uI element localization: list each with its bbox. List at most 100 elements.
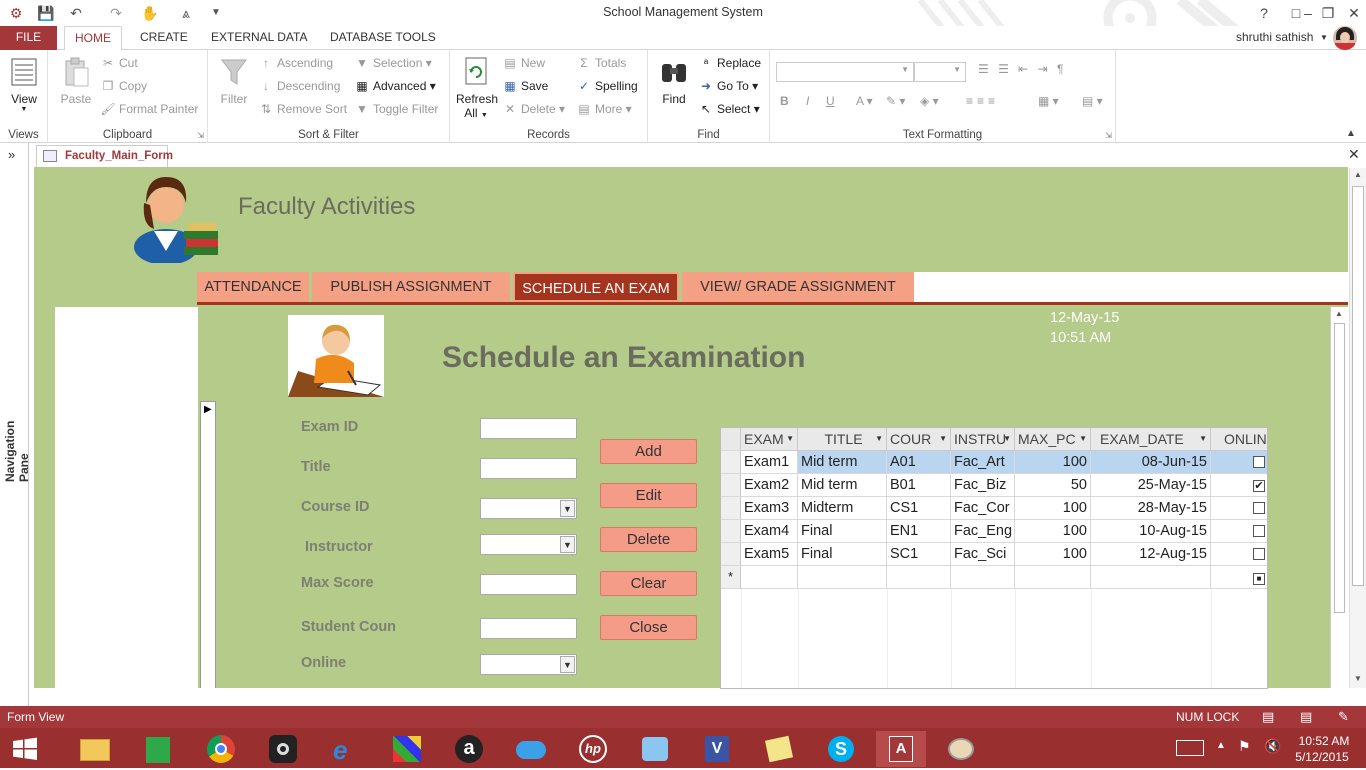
bold-button[interactable]: B xyxy=(780,94,789,108)
user-name[interactable]: shruthi sathish xyxy=(1236,30,1313,44)
list-indent-icons[interactable]: ☰ ☰ ⇤ ⇥ ¶ xyxy=(978,62,1066,76)
help-button[interactable]: ? xyxy=(1252,3,1276,23)
form-scroll-up-icon[interactable]: ▲ xyxy=(1335,309,1343,318)
filter-button[interactable]: Filter xyxy=(216,56,252,106)
ascending-button[interactable]: ↑ Ascending xyxy=(258,56,333,70)
chevron-down-icon[interactable]: ▼ xyxy=(560,536,575,553)
fill-color-icon[interactable]: ◈ ▾ xyxy=(920,94,939,108)
column-header-course[interactable]: COUR ▼ xyxy=(887,428,951,451)
select-button[interactable]: ↖ Select ▾ xyxy=(698,102,760,116)
new-row-cell-course[interactable] xyxy=(887,566,951,589)
tab-view-grade-assignment[interactable]: VIEW/ GRADE ASSIGNMENT xyxy=(682,272,914,302)
select-all-corner[interactable] xyxy=(721,428,741,451)
title-field[interactable] xyxy=(480,458,577,479)
cell-max-points[interactable]: 100 xyxy=(1015,520,1091,543)
new-row-cell-exam-date[interactable] xyxy=(1091,566,1211,589)
exam-datasheet[interactable]: EXAM ▼ TITLE ▼ COUR ▼ INSTRU ▼ MAX_PC ▼ EXAM_… xyxy=(720,427,1268,689)
column-header-online[interactable]: ONLIN xyxy=(1211,428,1267,451)
record-selector[interactable]: ▶ xyxy=(200,401,216,688)
outer-vertical-scrollbar[interactable]: ▲ ▼ xyxy=(1349,168,1366,688)
collapse-ribbon-icon[interactable]: ▲ xyxy=(1346,128,1356,139)
new-row-cell-max-points[interactable] xyxy=(1015,566,1091,589)
remove-sort-button[interactable]: ⇅ Remove Sort xyxy=(258,102,347,116)
sticky-notes-icon[interactable] xyxy=(754,731,804,767)
row-selector[interactable] xyxy=(721,497,741,520)
cell-title[interactable]: Mid term xyxy=(798,474,887,497)
italic-button[interactable]: I xyxy=(806,94,809,108)
tab-file[interactable]: FILE xyxy=(0,26,57,50)
clipboard-launcher-icon[interactable]: ⇲ xyxy=(197,131,204,140)
cell-title[interactable]: Final xyxy=(798,520,887,543)
cell-course[interactable]: B01 xyxy=(887,474,951,497)
cell-course[interactable]: SC1 xyxy=(887,543,951,566)
course-id-combo[interactable]: ▼ xyxy=(480,498,577,519)
view-button[interactable]: View ▼ xyxy=(6,56,42,113)
row-selector[interactable] xyxy=(721,520,741,543)
delete-button[interactable]: Delete xyxy=(600,527,697,552)
cell-exam[interactable]: Exam5 xyxy=(741,543,798,566)
tab-external-data[interactable]: EXTERNAL DATA xyxy=(201,26,317,50)
checkbox-unchecked[interactable] xyxy=(1253,456,1265,468)
advanced-button[interactable]: ▦ Advanced ▾ xyxy=(354,79,435,93)
taskbar-date[interactable]: 5/12/2015 xyxy=(1290,750,1354,764)
maximize-button[interactable]: ❐ xyxy=(1316,3,1340,23)
align-icons[interactable]: ≡≡≡ xyxy=(966,94,999,108)
touch-keyboard-icon[interactable] xyxy=(1176,740,1204,756)
new-record-marker[interactable]: * xyxy=(721,566,741,589)
more-button[interactable]: ▤ More ▾ xyxy=(576,102,631,116)
column-header-max[interactable]: MAX_PC ▼ xyxy=(1015,428,1091,451)
totals-button[interactable]: Σ Totals xyxy=(576,56,626,70)
online-combo[interactable]: ▼ xyxy=(480,654,577,675)
show-hidden-icons-icon[interactable]: ▲ xyxy=(1216,740,1226,751)
cell-title[interactable]: Mid term xyxy=(798,451,887,474)
cell-instructor[interactable]: Fac_Eng xyxy=(951,520,1015,543)
font-color-button[interactable]: A ▾ xyxy=(856,94,873,108)
font-name-combo[interactable]: ▼ xyxy=(776,62,914,82)
checkbox-unchecked[interactable] xyxy=(1253,525,1265,537)
close-window-button[interactable]: ✕ xyxy=(1342,3,1366,23)
new-record-button[interactable]: ▤ New xyxy=(502,56,545,70)
copy-button[interactable]: ❐ Copy xyxy=(100,79,147,93)
save-record-button[interactable]: ▦ Save xyxy=(502,79,548,93)
support-assistant-icon[interactable] xyxy=(630,731,680,767)
chrome-icon[interactable] xyxy=(196,731,246,767)
cell-exam[interactable]: Exam2 xyxy=(741,474,798,497)
instructor-combo[interactable]: ▼ xyxy=(480,534,577,555)
highlight-icon[interactable]: ✎ ▾ xyxy=(886,94,905,108)
access-taskbar-icon[interactable]: A xyxy=(876,731,926,767)
hp-icon[interactable]: hp xyxy=(568,731,618,767)
cell-exam[interactable]: Exam4 xyxy=(741,520,798,543)
paint-icon[interactable] xyxy=(936,731,986,767)
checkbox-checked[interactable]: ✔ xyxy=(1253,480,1265,492)
action-center-flag-icon[interactable]: ⚑ xyxy=(1238,738,1251,755)
tab-attendance[interactable]: ATTENDANCE xyxy=(197,272,309,302)
format-painter-button[interactable]: 🖌 Format Painter xyxy=(100,102,198,116)
volume-muted-icon[interactable]: 🔇 xyxy=(1264,738,1281,755)
column-header-exam-date[interactable]: EXAM_DATE ▼ xyxy=(1091,428,1211,451)
new-row-cell-exam[interactable] xyxy=(741,566,798,589)
user-dropdown-icon[interactable]: ▼ xyxy=(1320,33,1328,42)
edit-button[interactable]: Edit xyxy=(600,483,697,508)
new-row-cell-title[interactable] xyxy=(798,566,887,589)
row-selector[interactable] xyxy=(721,451,741,474)
form-view-icon[interactable]: ▤ xyxy=(1262,709,1274,725)
amazon-icon[interactable]: a xyxy=(444,731,494,767)
background-icon[interactable]: ▦ ▾ xyxy=(1038,94,1059,108)
cell-instructor[interactable]: Fac_Art xyxy=(951,451,1015,474)
taskbar-time[interactable]: 10:52 AM xyxy=(1296,734,1352,748)
cell-instructor[interactable]: Fac_Sci xyxy=(951,543,1015,566)
paste-button[interactable]: Paste xyxy=(58,56,94,106)
puzzle-app-icon[interactable] xyxy=(382,731,432,767)
internet-explorer-icon[interactable]: e xyxy=(320,731,370,767)
spelling-button[interactable]: ✓ Spelling xyxy=(576,79,638,93)
scroll-thumb[interactable] xyxy=(1352,186,1364,586)
weather-app-icon[interactable] xyxy=(506,731,556,767)
form-scroll-thumb[interactable] xyxy=(1334,323,1345,613)
add-button[interactable]: Add xyxy=(600,439,697,464)
cell-instructor[interactable]: Fac_Biz xyxy=(951,474,1015,497)
find-button[interactable]: Find xyxy=(656,56,692,106)
checkbox-unchecked[interactable] xyxy=(1253,502,1265,514)
chevron-down-icon[interactable]: ▼ xyxy=(560,500,575,517)
font-size-combo[interactable]: ▼ xyxy=(914,62,966,82)
cell-course[interactable]: CS1 xyxy=(887,497,951,520)
